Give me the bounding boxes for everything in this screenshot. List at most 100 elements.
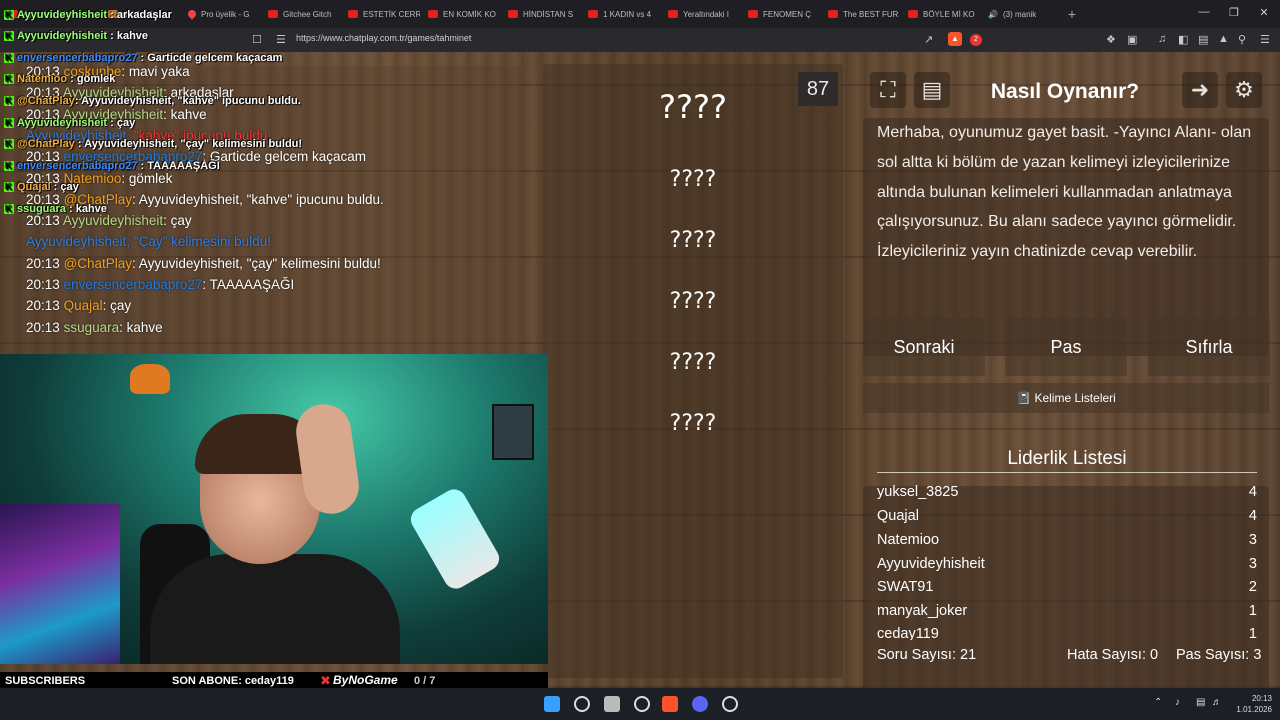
player-name: ceday119	[877, 626, 939, 640]
player-score: 1	[1248, 603, 1257, 619]
chat-time: 20:13	[26, 213, 60, 228]
brave-browser-icon[interactable]	[662, 696, 678, 712]
overlay-text: : kahve	[65, 203, 107, 215]
leaderboard-row: ceday119 1	[877, 626, 1257, 640]
youtube-icon	[908, 10, 918, 18]
network-icon[interactable]: ▤	[1196, 697, 1205, 708]
search-icon[interactable]	[574, 696, 590, 712]
bookmark-icon[interactable]: ☐	[252, 33, 262, 46]
rewards-badge[interactable]: 2	[970, 34, 982, 46]
browser-tab[interactable]: The BEST FUR	[820, 0, 900, 28]
media-icon[interactable]: ♫	[1158, 33, 1166, 45]
chatgpt-icon[interactable]	[634, 696, 650, 712]
youtube-icon	[508, 10, 518, 18]
brand-name: ByNoGame	[333, 673, 398, 687]
overlay-user: ssuguara	[17, 203, 66, 215]
chat-message: 20:13 @ChatPlay: Ayyuvideyhisheit, "çay"…	[26, 256, 381, 271]
vpn-icon[interactable]: ▲	[1218, 33, 1229, 45]
overlay-chat-line: Kenversencerbabapro27 : Garticde gelcem …	[4, 52, 282, 64]
fullscreen-icon[interactable]: ⛶	[870, 72, 906, 108]
address-bar: ☐ ☰ https://www.chatplay.com.tr/games/ta…	[0, 28, 1280, 52]
tray-chevron-icon[interactable]: ⌃	[1154, 697, 1162, 708]
overlay-text: : Garticde gelcem kaçacam	[137, 52, 283, 64]
youtube-icon	[588, 10, 598, 18]
browser-tab[interactable]: 1 KADIN vs 4	[580, 0, 660, 28]
overlay-user: enversencerbabapro27	[17, 160, 138, 172]
clock[interactable]: 20:13 1.01.2026	[1228, 693, 1272, 715]
microphone-icon[interactable]: ♪	[1175, 697, 1180, 708]
browser-tab[interactable]: EN KOMİK KO	[420, 0, 500, 28]
chat-text: : çay	[102, 298, 132, 313]
url-field[interactable]: https://www.chatplay.com.tr/games/tahmin…	[296, 33, 471, 43]
obs-icon[interactable]	[722, 696, 738, 712]
kick-icon: K	[4, 31, 14, 41]
logout-icon[interactable]: ➜	[1182, 72, 1218, 108]
sidebar-icon[interactable]: ◧	[1178, 33, 1188, 46]
hint-word: ????	[669, 228, 717, 253]
browser-tab[interactable]: BÖYLE Mİ KO	[900, 0, 980, 28]
reset-button[interactable]: Sıfırla	[1148, 318, 1270, 376]
player-name: Quajal	[877, 508, 919, 524]
share-icon[interactable]: ↗	[924, 33, 933, 46]
menu-icon[interactable]: ☰	[1260, 33, 1270, 46]
player-score: 3	[1248, 532, 1257, 548]
chat-message: 20:13 ssuguara: kahve	[26, 320, 163, 335]
kick-icon: K	[4, 139, 14, 149]
task-view-icon[interactable]	[604, 696, 620, 712]
browser-tab[interactable]: Yeraltındaki I	[660, 0, 740, 28]
tab-label: (3) manik	[1002, 9, 1037, 19]
chat-text: : çay	[163, 213, 192, 228]
chat-text: : kahve	[163, 107, 207, 122]
word-lists-button[interactable]: 📓 Kelime Listeleri	[863, 383, 1269, 413]
next-button[interactable]: Sonraki	[863, 318, 985, 376]
kick-icon: K	[4, 96, 14, 106]
pass-count: Pas Sayısı: 3	[1176, 647, 1262, 663]
browser-tab[interactable]: FENOMEN Ç	[740, 0, 820, 28]
brave-shields-icon[interactable]: ▲	[948, 32, 962, 46]
wallet-icon[interactable]: ▤	[1198, 33, 1208, 46]
leaderboard-title: Liderlik Listesi	[1007, 448, 1127, 469]
clock-time: 20:13	[1251, 694, 1272, 703]
volume-icon[interactable]: ♬	[1212, 697, 1222, 708]
new-tab-button[interactable]: +	[1060, 6, 1084, 22]
site-settings-icon[interactable]: ☰	[276, 33, 286, 46]
browser-tab[interactable]: 🔊 (3) manik	[980, 0, 1060, 28]
pass-button[interactable]: Pas	[1005, 318, 1127, 376]
tab-label: EN KOMİK KO	[443, 9, 496, 19]
discord-icon[interactable]	[692, 696, 708, 712]
player-name: yuksel_3825	[877, 484, 959, 500]
shield-icon[interactable]: ⚲	[1238, 33, 1246, 46]
subscriber-goal: 0 / 7	[414, 675, 436, 687]
chat-user: Quajal	[63, 298, 103, 313]
chat-text: : TAAAAAŞAĞI	[202, 277, 295, 292]
minimize-icon[interactable]: —	[1194, 6, 1214, 18]
maximize-icon[interactable]: ❐	[1224, 6, 1244, 19]
browser-tab[interactable]: HİNDİSTAN S	[500, 0, 580, 28]
gear-icon[interactable]: ⚙	[1226, 72, 1262, 108]
tab-label: Pro üyelik - G	[201, 9, 250, 19]
player-score: 4	[1248, 484, 1257, 500]
close-icon[interactable]: ✕	[1254, 6, 1274, 19]
question-count: Soru Sayısı: 21	[877, 647, 977, 663]
chat-text: : mavi yaka	[121, 64, 190, 79]
screenshot-icon[interactable]: ▣	[1127, 33, 1137, 46]
overlay-user: enversencerbabapro27	[17, 52, 138, 64]
kick-icon: K	[4, 161, 14, 171]
browser-tab[interactable]: ESTETİK CERR	[340, 0, 420, 28]
overlay-text: : kahve	[107, 30, 149, 42]
extensions-icon[interactable]: ❖	[1106, 33, 1116, 46]
overlay-chat-line: Kenversencerbabapro27 : TAAAAAŞAĞI	[4, 160, 220, 172]
youtube-icon	[348, 10, 358, 18]
kick-icon: K	[4, 74, 14, 84]
windows-start-icon[interactable]	[544, 696, 560, 712]
player-name: SWAT91	[877, 579, 934, 595]
tab-label: FENOMEN Ç	[763, 9, 811, 19]
overlay-text: : çay	[50, 181, 79, 193]
browser-tab[interactable]: Gitchee Gitch	[260, 0, 340, 28]
chat-user: enversencerbabapro27	[63, 277, 203, 292]
chat-user: Ayyuvideyhisheit	[62, 213, 164, 228]
youtube-icon	[828, 10, 838, 18]
browser-tab[interactable]: Pro üyelik - G	[180, 0, 260, 28]
wall-frame	[492, 404, 534, 460]
chat-time: 20:13	[26, 277, 60, 292]
